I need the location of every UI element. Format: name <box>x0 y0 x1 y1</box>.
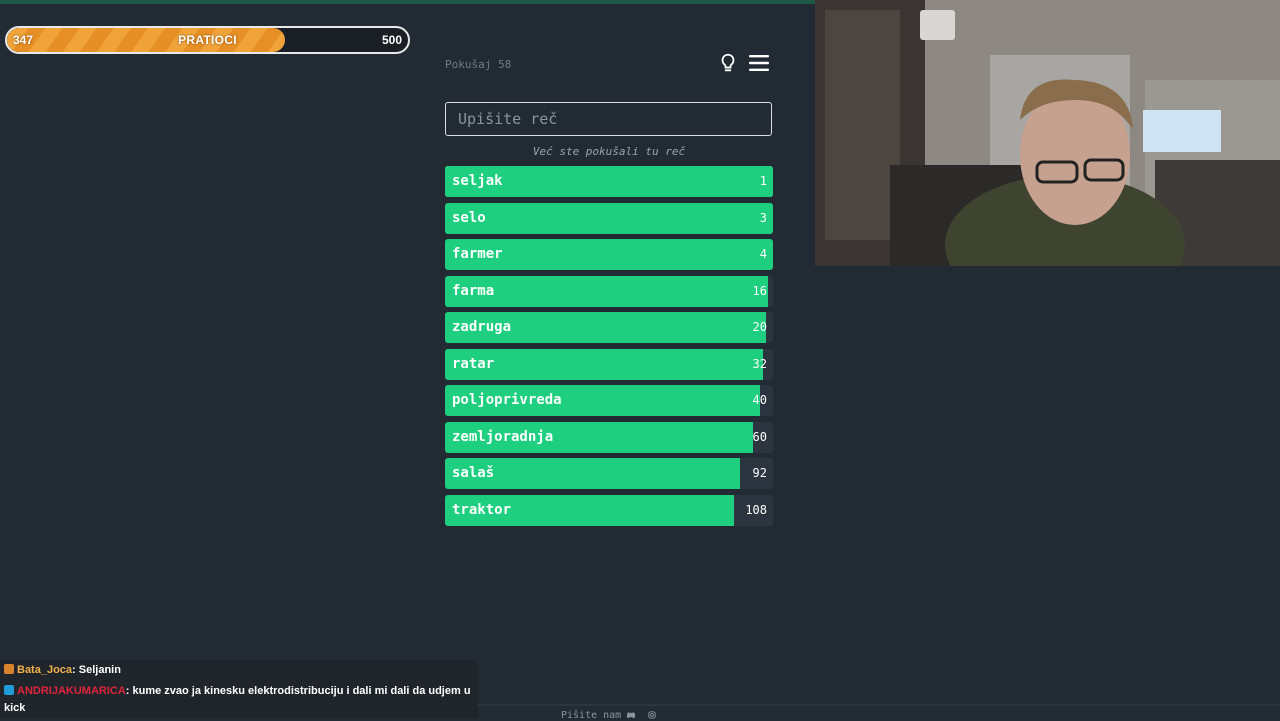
guess-rank: 1 <box>759 174 767 188</box>
guess-row: ratar 32 <box>445 348 773 380</box>
menu-icon[interactable] <box>748 53 770 73</box>
chat-username[interactable]: ANDRIJAKUMARICA <box>17 685 126 697</box>
footer-contact: Pišite nam <box>561 710 622 721</box>
webcam-feed <box>815 0 1280 266</box>
discord-icon[interactable] <box>626 711 636 719</box>
follower-goal-label: PRATIOCI <box>178 33 237 47</box>
guess-word: zemljoradnja <box>452 428 554 445</box>
guess-similarity-fill <box>445 202 773 234</box>
guess-row: farma 16 <box>445 275 773 307</box>
guess-word: poljoprivreda <box>452 392 562 408</box>
guess-row: zemljoradnja 60 <box>445 421 773 453</box>
instagram-icon[interactable] <box>647 711 657 719</box>
guess-row: poljoprivreda 40 <box>445 385 773 416</box>
attempt-counter: Pokušaj 58 <box>445 58 512 71</box>
already-guessed-notice: Već ste pokušali tu reč <box>532 145 686 158</box>
guess-word: traktor <box>452 501 512 518</box>
guess-row: seljak 1 <box>445 166 773 197</box>
chat-overlay: Bata_Joca: Seljanin ANDRIJAKUMARICA: kume… <box>0 660 478 718</box>
guess-rank: 60 <box>752 429 767 444</box>
guess-word: selo <box>452 209 486 226</box>
guess-word: farma <box>452 282 495 299</box>
chat-message: ANDRIJAKUMARICA: kume zvao ja kinesku el… <box>4 683 474 717</box>
guess-rank: 16 <box>752 283 767 298</box>
guess-word: salaš <box>452 465 495 481</box>
guess-row: selo 3 <box>445 202 773 234</box>
chat-message: Bata_Joca: Seljanin <box>4 662 474 679</box>
chat-badge-icon <box>4 664 14 674</box>
guess-word: seljak <box>452 173 503 189</box>
guess-rank: 108 <box>745 502 767 517</box>
follower-goal-target: 500 <box>381 33 402 47</box>
guess-row: salaš 92 <box>445 458 773 489</box>
guess-rank: 92 <box>752 466 767 480</box>
chat-badge-icon <box>4 685 14 695</box>
guess-row: farmer 4 <box>445 239 773 270</box>
guess-word: farmer <box>452 246 503 262</box>
follower-goal-bar: 347 PRATIOCI 500 <box>5 26 410 54</box>
top-accent-line <box>0 0 815 4</box>
guess-row: traktor 108 <box>445 494 773 526</box>
guess-rank: 40 <box>752 393 767 407</box>
chat-text: : Seljanin <box>72 664 121 676</box>
guess-word: zadruga <box>452 319 512 335</box>
guess-row: zadruga 20 <box>445 312 773 343</box>
guess-rank: 32 <box>752 356 767 371</box>
word-input[interactable] <box>445 102 772 136</box>
guess-word: ratar <box>452 355 495 372</box>
guess-list: seljak 1 selo 3 farmer 4 farma 16 zadruga 20 ratar… <box>445 166 773 531</box>
guess-rank: 3 <box>759 210 767 225</box>
lightbulb-icon[interactable] <box>717 52 739 74</box>
guess-rank: 20 <box>752 320 767 334</box>
chat-username[interactable]: Bata_Joca <box>17 664 72 676</box>
guess-rank: 4 <box>759 247 767 261</box>
